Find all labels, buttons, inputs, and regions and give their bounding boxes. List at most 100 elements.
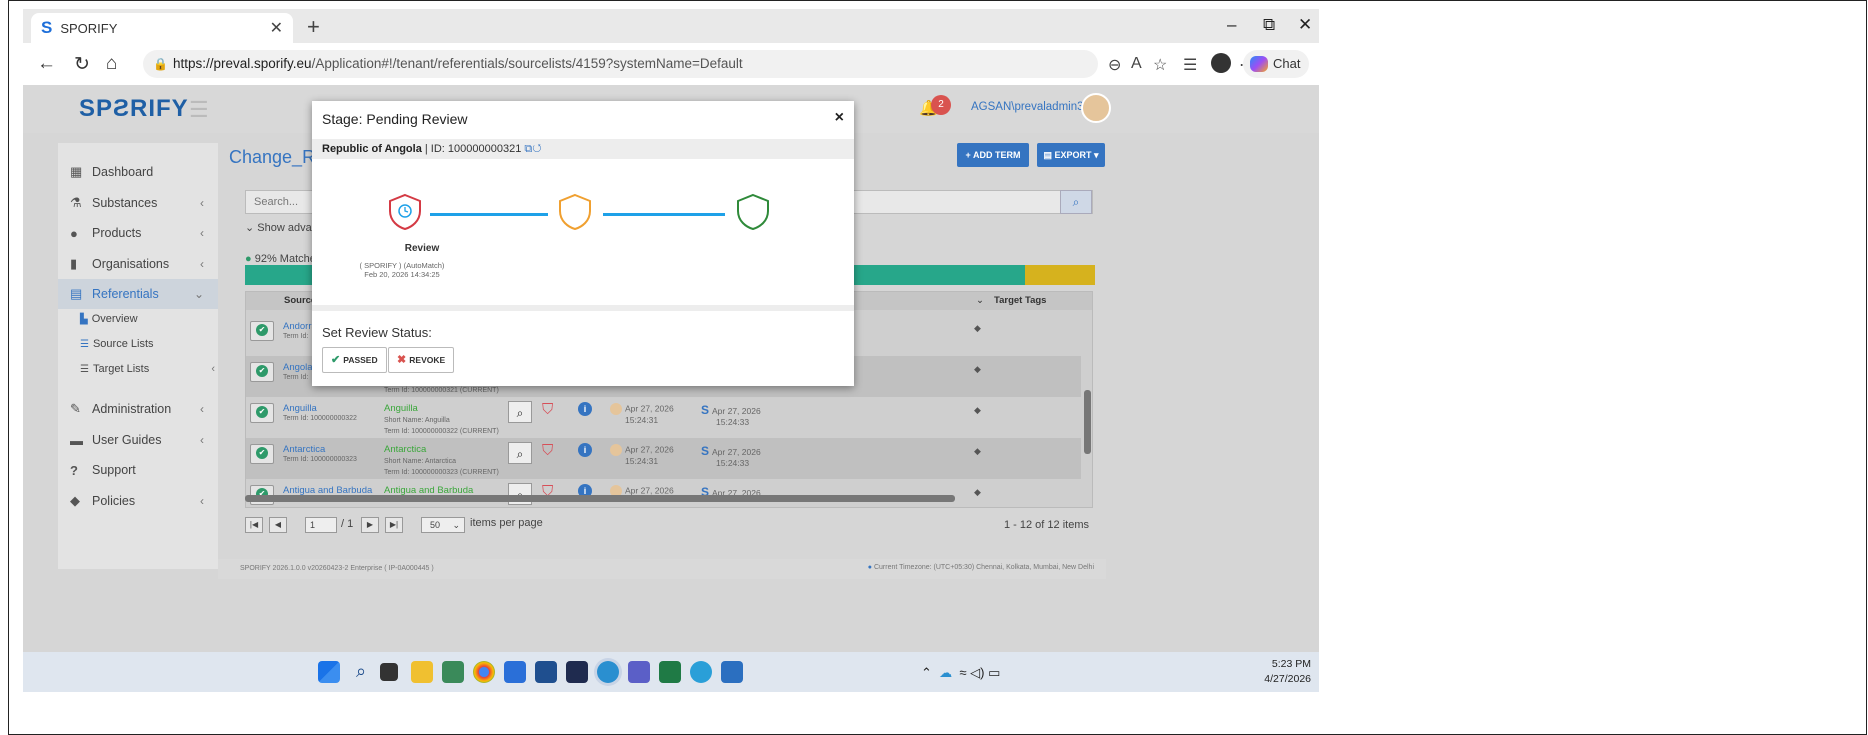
sidebar-item-dashboard[interactable]: ▦ Dashboard (58, 157, 218, 187)
notification-badge: 2 (931, 95, 951, 115)
file-explorer-icon[interactable] (411, 661, 433, 683)
task-view-icon[interactable] (380, 663, 398, 681)
sidebar-item-label: Referentials (92, 287, 159, 301)
page-input[interactable]: 1 (305, 517, 337, 533)
teams-icon[interactable] (628, 661, 650, 683)
chrome-icon[interactable] (473, 661, 495, 683)
start-icon[interactable] (318, 661, 340, 683)
tag-icon[interactable]: ◆ (974, 446, 981, 457)
excel-icon[interactable] (659, 661, 681, 683)
next-page-button[interactable]: ▶ (361, 517, 379, 533)
wifi-icon[interactable]: ≈ (959, 665, 966, 680)
first-page-button[interactable]: |◀ (245, 517, 263, 533)
shield-icon[interactable]: ⛉ (542, 401, 553, 418)
clock[interactable]: 5:23 PM 4/27/2026 (1255, 657, 1311, 687)
per-page-value: 50 (430, 520, 441, 530)
passed-button[interactable]: ✔ PASSED (322, 347, 387, 373)
search-icon[interactable]: ⌕ (350, 661, 372, 683)
favorite-icon[interactable]: ☆ (1153, 55, 1167, 75)
minimize-icon[interactable]: – (1227, 15, 1236, 35)
revoke-button[interactable]: ✖ REVOKE (388, 347, 455, 373)
zoom-icon[interactable]: ⊖ (1108, 55, 1121, 75)
per-page-select[interactable]: 50 ⌄ (421, 517, 465, 533)
tag-icon[interactable]: ◆ (974, 487, 981, 498)
sidebar-sub-target-lists[interactable]: ☰ Target Lists ‹ (80, 363, 215, 375)
source-term-link[interactable]: Antarctica (283, 444, 325, 455)
url-field[interactable]: 🔒 https://preval.sporify.eu/Application#!… (143, 50, 1098, 78)
source-term-id: Term Id: (283, 374, 309, 381)
info-icon[interactable]: i (578, 443, 592, 457)
close-window-icon[interactable]: ✕ (1298, 15, 1312, 35)
back-icon[interactable]: ← (37, 53, 56, 75)
sidebar: ▦ Dashboard ⚗ Substances ‹ ● Products ‹ ▮ Orga… (58, 143, 218, 569)
tag-icon[interactable]: ◆ (974, 323, 981, 334)
remote-desktop-icon[interactable] (721, 661, 743, 683)
volume-icon[interactable]: ◁) (970, 665, 984, 680)
menu-toggle-icon[interactable]: ☰ (189, 97, 209, 123)
search-button[interactable]: ⌕ (1060, 190, 1092, 214)
last-page-button[interactable]: ▶| (385, 517, 403, 533)
system-tray[interactable]: ⌃ ☁ ≈ ◁) ▭ (921, 665, 1000, 681)
m365-icon[interactable] (442, 661, 464, 683)
app-icon[interactable] (535, 661, 557, 683)
new-tab-icon[interactable]: + (307, 14, 320, 40)
outlook-icon[interactable] (504, 661, 526, 683)
edge-icon[interactable] (597, 661, 619, 683)
history-icon[interactable]: ↺ (532, 143, 541, 155)
sidebar-item-referentials[interactable]: ▤ Referentials ⌄ (58, 279, 218, 309)
sidebar-item-support[interactable]: ? Support (58, 455, 218, 485)
profile-icon[interactable] (1211, 53, 1231, 73)
sidebar-sub-overview[interactable]: ▙ Overview (80, 313, 138, 325)
horizontal-scrollbar[interactable] (245, 495, 955, 502)
user-name[interactable]: AGSAN\prevaladmin3 (971, 101, 1084, 113)
brand-logo[interactable]: SPƧRIFY (79, 95, 189, 123)
target-term-link[interactable]: Anguilla (384, 403, 418, 414)
tag-icon[interactable]: ◆ (974, 405, 981, 416)
avatar[interactable] (1081, 93, 1111, 123)
info-icon[interactable]: i (578, 402, 592, 416)
favorites-list-icon[interactable]: ☰ (1183, 55, 1197, 75)
table-row[interactable]: AnguillaTerm Id: 100000000322AnguillaSho… (246, 397, 1081, 438)
search-icon[interactable]: ⌕ (508, 442, 532, 464)
sidebar-item-administration[interactable]: ✎ Administration ‹ (58, 394, 218, 424)
sidebar-item-products[interactable]: ● Products ‹ (58, 218, 218, 248)
wrench-icon: ✎ (70, 401, 81, 416)
tag-icon[interactable]: ◆ (974, 364, 981, 375)
edge-beta-icon[interactable] (690, 661, 712, 683)
target-term-link[interactable]: Antarctica (384, 444, 426, 455)
column-target-tags[interactable]: Target Tags (994, 295, 1046, 306)
row-checkbox[interactable] (250, 321, 274, 341)
source-term-link[interactable]: Angola (283, 362, 313, 373)
add-term-button[interactable]: + ADD TERM (957, 143, 1029, 167)
timezone-text: ● Current Timezone: (UTC+05:30) Chennai,… (868, 564, 1094, 571)
search-icon[interactable]: ⌕ (508, 401, 532, 423)
table-row[interactable]: AntarcticaTerm Id: 100000000323Antarctic… (246, 438, 1081, 479)
sidebar-sub-source-lists[interactable]: ☰ Source Lists (80, 338, 154, 350)
sidebar-item-substances[interactable]: ⚗ Substances ‹ (58, 188, 218, 218)
home-icon[interactable]: ⌂ (106, 53, 117, 75)
modal-close-icon[interactable]: × (835, 109, 844, 127)
copilot-chat-button[interactable]: Chat (1243, 50, 1309, 78)
source-term-link[interactable]: Anguilla (283, 403, 317, 414)
row-checkbox[interactable] (250, 362, 274, 382)
close-tab-icon[interactable]: ✕ (270, 18, 283, 38)
row-checkbox[interactable] (250, 444, 274, 464)
vertical-scrollbar[interactable] (1084, 390, 1091, 454)
shield-icon[interactable]: ⛉ (542, 442, 553, 459)
prev-page-button[interactable]: ◀ (269, 517, 287, 533)
onedrive-icon[interactable]: ☁ (939, 665, 952, 680)
ide-icon[interactable] (566, 661, 588, 683)
sidebar-item-policies[interactable]: ◆ Policies ‹ (58, 486, 218, 516)
battery-icon[interactable]: ▭ (988, 665, 1000, 680)
chevron-up-icon[interactable]: ⌃ (921, 665, 932, 680)
refresh-icon[interactable]: ↻ (74, 53, 90, 76)
export-button[interactable]: ▤ EXPORT ▾ (1037, 143, 1105, 167)
sidebar-item-organisations[interactable]: ▮ Organisations ‹ (58, 249, 218, 279)
sidebar-item-user-guides[interactable]: ▬ User Guides ‹ (58, 425, 218, 455)
column-filter-icon[interactable]: ⌄ (976, 295, 984, 306)
row-checkbox[interactable] (250, 403, 274, 423)
table-row[interactable]: Antigua and BarbudaAntigua and Barbuda⌕⛉… (246, 479, 1081, 507)
browser-tab[interactable]: S SPORIFY ✕ (31, 13, 293, 43)
read-aloud-icon[interactable]: A (1131, 55, 1142, 73)
restore-icon[interactable]: ⧉ (1263, 15, 1275, 35)
